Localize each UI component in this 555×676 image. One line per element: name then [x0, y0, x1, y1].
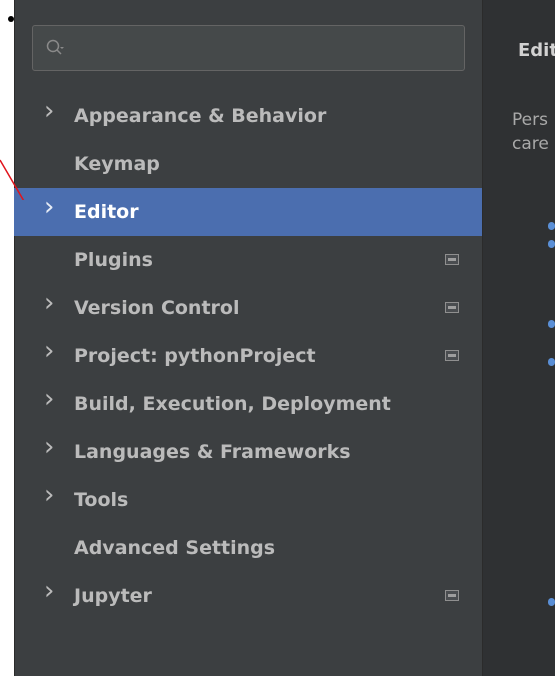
- project-level-icon: [445, 590, 459, 601]
- sidebar-item-editor[interactable]: › Editor: [14, 188, 482, 236]
- sidebar-item-label: Project: pythonProject: [74, 345, 316, 367]
- sidebar-item-advanced-settings[interactable]: Advanced Settings: [14, 524, 482, 572]
- sidebar-item-build-execution-deployment[interactable]: › Build, Execution, Deployment: [14, 380, 482, 428]
- search-icon: [46, 39, 64, 55]
- search-input[interactable]: [32, 25, 465, 71]
- sidebar-item-label: Build, Execution, Deployment: [74, 393, 391, 415]
- sidebar-item-label: Appearance & Behavior: [74, 105, 327, 127]
- project-level-icon: [445, 254, 459, 265]
- sidebar-item-label: Plugins: [74, 249, 153, 271]
- chevron-right-icon[interactable]: ›: [44, 338, 62, 364]
- sidebar-item-label: Version Control: [74, 297, 240, 319]
- sidebar-item-label: Languages & Frameworks: [74, 441, 351, 463]
- panel-description: care: [512, 134, 549, 154]
- editor-settings-panel: [482, 0, 555, 676]
- link-bullet: [548, 222, 555, 230]
- link-bullet: [548, 358, 555, 366]
- link-bullet: [548, 598, 555, 606]
- sidebar-item-version-control[interactable]: › Version Control: [14, 284, 482, 332]
- chevron-right-icon[interactable]: ›: [44, 434, 62, 460]
- sidebar-item-plugins[interactable]: Plugins: [14, 236, 482, 284]
- sidebar-item-label: Advanced Settings: [74, 537, 276, 559]
- sidebar-item-languages-frameworks[interactable]: › Languages & Frameworks: [14, 428, 482, 476]
- project-level-icon: [445, 350, 459, 361]
- sidebar-item-label: Keymap: [74, 153, 160, 175]
- sidebar-item-appearance-behavior[interactable]: › Appearance & Behavior: [14, 92, 482, 140]
- left-gutter: [0, 0, 14, 676]
- sidebar-item-project-pythonproject[interactable]: › Project: pythonProject: [14, 332, 482, 380]
- sidebar-item-label: Editor: [74, 201, 139, 223]
- chevron-right-icon[interactable]: ›: [44, 482, 62, 508]
- chevron-right-icon[interactable]: ›: [44, 194, 62, 220]
- link-bullet: [548, 240, 555, 248]
- chevron-right-icon[interactable]: ›: [44, 290, 62, 316]
- panel-description: Pers: [512, 110, 548, 130]
- sidebar-item-jupyter[interactable]: › Jupyter: [14, 572, 482, 620]
- page-title: Edit: [518, 40, 555, 61]
- sidebar-item-label: Jupyter: [74, 585, 152, 607]
- chevron-right-icon[interactable]: ›: [44, 578, 62, 604]
- project-level-icon: [445, 302, 459, 313]
- chevron-right-icon[interactable]: ›: [44, 98, 62, 124]
- sidebar-item-tools[interactable]: › Tools: [14, 476, 482, 524]
- link-bullet: [548, 320, 555, 328]
- settings-tree: › Appearance & Behavior Keymap › Editor Plugi…: [14, 92, 482, 620]
- chevron-right-icon[interactable]: ›: [44, 386, 62, 412]
- sidebar-item-label: Tools: [74, 489, 129, 511]
- sidebar-item-keymap[interactable]: Keymap: [14, 140, 482, 188]
